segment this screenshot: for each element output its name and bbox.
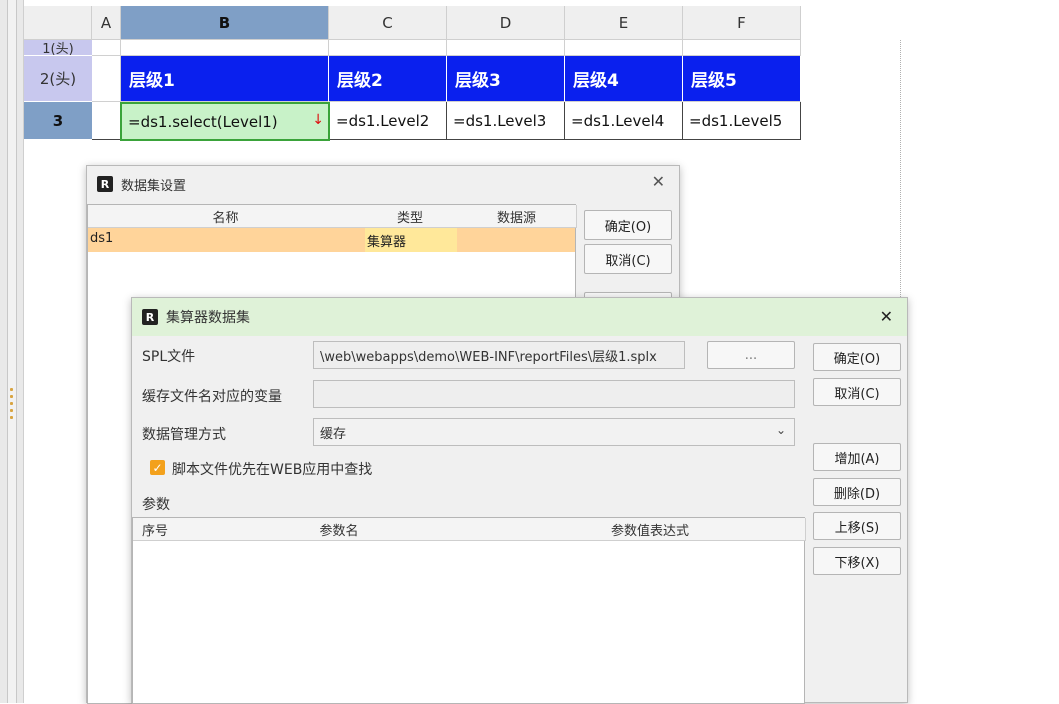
cell-f2[interactable]: 层级5 xyxy=(683,56,801,102)
params-table: 序号 参数名 参数值表达式 xyxy=(132,517,806,704)
dataset-ok-button[interactable]: 确定(O) xyxy=(584,210,672,240)
calc-dialog-title: 集算器数据集 xyxy=(166,310,250,326)
col-type-header[interactable]: 类型 xyxy=(363,205,458,228)
gutter-rail xyxy=(7,0,17,703)
sheet-corner[interactable] xyxy=(24,6,92,40)
cell-c1[interactable] xyxy=(329,40,447,56)
cell-a2[interactable] xyxy=(92,56,121,102)
cell-a3[interactable] xyxy=(92,102,121,140)
col-name-header[interactable]: 名称 xyxy=(88,205,364,228)
cell-d3[interactable]: =ds1.Level3 xyxy=(447,102,565,140)
dataset-row[interactable]: ds1 集算器 xyxy=(88,228,575,252)
move-down-button[interactable]: 下移(X) xyxy=(813,547,901,575)
column-header-c[interactable]: C xyxy=(329,6,447,40)
data-mgmt-value: 缓存 xyxy=(320,426,347,442)
data-mgmt-label: 数据管理方式 xyxy=(142,427,226,443)
col-datasource-header[interactable]: 数据源 xyxy=(457,205,577,228)
dropdown-arrow-icon[interactable]: ↓ xyxy=(312,112,324,128)
spl-file-input[interactable]: \web\webapps\demo\WEB-INF\reportFiles\层级… xyxy=(313,341,685,369)
splitter-grip-icon[interactable] xyxy=(10,388,13,419)
calc-dialog-titlebar: R 集算器数据集 ✕ xyxy=(132,298,907,336)
add-param-button[interactable]: 增加(A) xyxy=(813,443,901,471)
calc-dataset-dialog: R 集算器数据集 ✕ SPL文件 \web\webapps\demo\WEB-I… xyxy=(131,297,908,704)
cell-e1[interactable] xyxy=(565,40,683,56)
cell-d1[interactable] xyxy=(447,40,565,56)
web-lookup-checkbox[interactable]: ✓ xyxy=(150,460,165,475)
dataset-row-name: ds1 xyxy=(90,231,114,246)
calc-cancel-button[interactable]: 取消(C) xyxy=(813,378,901,406)
cell-b1[interactable] xyxy=(121,40,329,56)
row-header-3[interactable]: 3 xyxy=(24,102,92,140)
col-param-name-header[interactable]: 参数名 xyxy=(183,518,496,541)
spl-file-label: SPL文件 xyxy=(142,349,196,365)
close-icon[interactable]: ✕ xyxy=(880,307,893,326)
app-icon: R xyxy=(142,309,158,325)
cell-b3-selected[interactable]: =ds1.select(Level1) ↓ xyxy=(120,102,330,141)
cell-f1[interactable] xyxy=(683,40,801,56)
data-mgmt-select[interactable]: 缓存 ⌄ xyxy=(313,418,795,446)
cell-b3-formula: =ds1.select(Level1) xyxy=(128,112,278,131)
move-up-button[interactable]: 上移(S) xyxy=(813,512,901,540)
browse-button[interactable]: ... xyxy=(707,341,795,369)
params-label: 参数 xyxy=(142,497,170,513)
chevron-down-icon: ⌄ xyxy=(775,423,786,437)
cell-e2[interactable]: 层级4 xyxy=(565,56,683,102)
cell-b2[interactable]: 层级1 xyxy=(121,56,329,102)
column-header-b[interactable]: B xyxy=(121,6,329,40)
cell-e3[interactable]: =ds1.Level4 xyxy=(565,102,683,140)
col-param-expr-header[interactable]: 参数值表达式 xyxy=(495,518,806,541)
calc-ok-button[interactable]: 确定(O) xyxy=(813,343,901,371)
cache-var-label: 缓存文件名对应的变量 xyxy=(142,389,282,405)
column-header-d[interactable]: D xyxy=(447,6,565,40)
cell-f3[interactable]: =ds1.Level5 xyxy=(683,102,801,140)
dataset-row-type: 集算器 xyxy=(365,228,457,252)
dataset-cancel-button[interactable]: 取消(C) xyxy=(584,244,672,274)
web-lookup-label: 脚本文件优先在WEB应用中查找 xyxy=(172,462,373,478)
cell-a1[interactable] xyxy=(92,40,121,56)
column-header-e[interactable]: E xyxy=(565,6,683,40)
column-header-a[interactable]: A xyxy=(92,6,121,40)
delete-param-button[interactable]: 删除(D) xyxy=(813,478,901,506)
cache-var-input[interactable] xyxy=(313,380,795,408)
row-header-2[interactable]: 2(头) xyxy=(24,56,92,102)
cell-c3[interactable]: =ds1.Level2 xyxy=(330,102,447,140)
row-header-1[interactable]: 1(头) xyxy=(24,40,92,57)
close-icon[interactable]: ✕ xyxy=(652,172,665,191)
dataset-dialog-titlebar: R 数据集设置 ✕ xyxy=(87,166,679,202)
app-icon: R xyxy=(97,176,113,192)
column-header-f[interactable]: F xyxy=(683,6,801,40)
dataset-dialog-title: 数据集设置 xyxy=(121,178,187,194)
cell-d2[interactable]: 层级3 xyxy=(447,56,565,102)
cell-c2[interactable]: 层级2 xyxy=(329,56,447,102)
